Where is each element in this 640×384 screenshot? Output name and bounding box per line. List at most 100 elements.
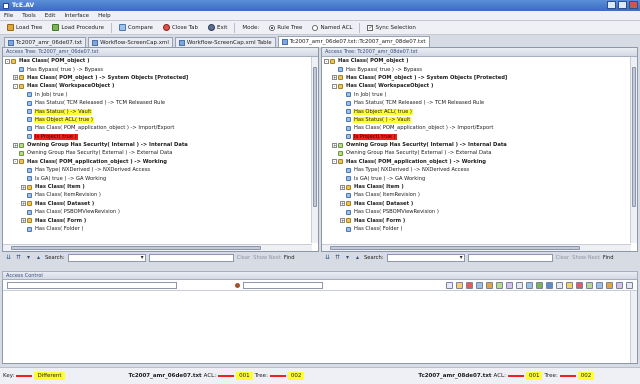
move-up-icon[interactable]: ▴ [35,254,42,261]
tree-row[interactable]: - Has Class( POM_object ) [322,57,631,65]
collapse-toggle-icon[interactable]: - [324,58,329,64]
left-vertical-scrollbar[interactable] [311,57,318,243]
tree-row[interactable]: + Has Class( Dataset ) [3,200,312,208]
accessor-field[interactable] [7,282,177,289]
move-up-icon[interactable]: ▴ [354,254,361,261]
expand-toggle-icon[interactable]: + [13,142,18,148]
left-show-next-button[interactable]: Show Next [253,255,281,261]
expand-toggle-icon[interactable]: + [340,184,345,190]
right-search-input[interactable] [467,253,553,262]
tree-row[interactable]: Is Project( true ) [322,133,631,141]
publish-icon[interactable] [586,282,593,289]
left-horizontal-scrollbar[interactable] [3,244,312,251]
ip-icon[interactable] [616,282,623,289]
scroll-thumb[interactable] [11,246,261,250]
right-vertical-scrollbar[interactable] [630,57,637,243]
link-icon[interactable] [486,282,493,289]
folder-icon[interactable] [606,282,613,289]
tree-row[interactable]: In Job( true ) [3,91,312,99]
expand-toggle-icon[interactable]: + [340,201,345,207]
collapse-toggle-icon[interactable]: - [332,159,337,165]
tree-row[interactable]: In Job( true ) [322,91,631,99]
tree-row[interactable]: + Owning Group Has Security( Internal ) -… [322,141,631,149]
tree-row[interactable]: + Has Class( POM_object ) -> System Objec… [322,74,631,82]
tab-compare[interactable]: Tc2007_amr_06de07.txt::Tc2007_amr_08de07… [277,36,430,47]
access-control-scrollbar[interactable] [630,291,637,363]
expand-all-icon[interactable]: ⇈ [15,254,22,261]
collapse-toggle-icon[interactable]: - [13,159,18,165]
right-clear-button[interactable]: Clear [556,255,570,261]
demote-icon[interactable] [516,282,523,289]
tree-row[interactable]: Has Class( ItemRevision ) [322,191,631,199]
tree-row[interactable]: Has Class( ItemRevision ) [3,191,312,199]
sync-selection-checkbox[interactable]: ✓ Sync Selection [364,22,418,33]
arrow-icon[interactable] [476,282,483,289]
tree-row[interactable]: - Has Class( WorkspaceObject ) [322,82,631,90]
load-procedure-button[interactable]: Load Procedure [49,22,107,33]
tree-row[interactable]: + Has Class( Item ) [322,183,631,191]
unmanage-icon[interactable] [626,282,633,289]
left-search-input[interactable] [148,253,234,262]
remove-icon[interactable] [576,282,583,289]
expand-toggle-icon[interactable]: + [332,142,337,148]
right-find-button[interactable]: Find [603,255,614,261]
expand-toggle-icon[interactable]: + [332,75,337,81]
exit-button[interactable]: Exit [205,22,230,33]
left-search-combo[interactable] [67,253,146,262]
tree-row[interactable]: Has Class( PSBOMViewRevision ) [3,208,312,216]
tab-workflow-table[interactable]: Workflow-ScreenCap.xml Table [174,37,276,47]
minimize-button[interactable] [607,1,616,9]
mode-rule-tree-radio[interactable]: Rule Tree [266,22,305,33]
tree-row[interactable]: Has Bypass( true ) -> Bypass [3,65,312,73]
tree-row[interactable]: - Has Class( POM_object ) [3,57,312,65]
scroll-thumb[interactable] [632,67,636,207]
tree-row[interactable]: Is Project( true ) [3,133,312,141]
expand-toggle-icon[interactable]: + [21,218,26,224]
collapse-all-icon[interactable]: ⇊ [5,254,12,261]
tree-row[interactable]: Has Status( ) -> Vault [3,107,312,115]
left-access-tree[interactable]: - Has Class( POM_object ) Has Bypass( true… [3,57,312,243]
left-clear-button[interactable]: Clear [237,255,251,261]
tree-row[interactable]: Has Status( TCM Released ) -> TCM Releas… [322,99,631,107]
tree-row[interactable]: - Has Class( POM_application_object ) -> … [322,158,631,166]
tree-row[interactable]: Is GA( true ) -> GA Working [322,174,631,182]
tab-workflow-xml[interactable]: Workflow-ScreenCap.xml [88,37,173,47]
close-tab-button[interactable]: Close Tab [160,22,201,33]
tree-row[interactable]: Is GA( true ) -> GA Working [3,174,312,182]
globe-icon[interactable] [546,282,553,289]
tree-row[interactable]: + Has Class( Form ) [3,216,312,224]
tree-row[interactable]: Has Class( Folder ) [322,225,631,233]
delete-icon[interactable] [466,282,473,289]
menu-edit[interactable]: Edit [45,13,56,19]
tree-row[interactable]: Owning Group Has Security( External ) ->… [322,149,631,157]
key-icon[interactable] [446,282,453,289]
load-tree-button[interactable]: Load Tree [4,22,45,33]
expand-toggle-icon[interactable]: + [13,75,18,81]
menu-tools[interactable]: Tools [22,13,36,19]
menu-file[interactable]: File [4,13,13,19]
accessor-id-field[interactable] [243,282,323,289]
move-down-icon[interactable]: ▾ [344,254,351,261]
tree-row[interactable]: Has Class( POM_application_object ) -> I… [322,124,631,132]
expand-toggle-icon[interactable]: + [21,201,26,207]
tab-tree-06de07[interactable]: Tc2007_amr_06de07.txt [4,37,87,47]
scroll-thumb[interactable] [313,67,317,207]
right-search-combo[interactable] [386,253,465,262]
assign-icon[interactable] [566,282,573,289]
tree-row[interactable]: Has Object ACL( true ) [322,107,631,115]
tree-row[interactable]: + Owning Group Has Security( Internal ) -… [3,141,312,149]
move-down-icon[interactable]: ▾ [25,254,32,261]
close-window-button[interactable] [629,1,638,9]
pencil-icon[interactable] [456,282,463,289]
left-find-button[interactable]: Find [284,255,295,261]
menu-help[interactable]: Help [98,13,111,19]
collapse-all-icon[interactable]: ⇊ [324,254,331,261]
tree-row[interactable]: Owning Group Has Security( External ) ->… [3,149,312,157]
expand-toggle-icon[interactable]: + [340,218,345,224]
tree-row[interactable]: Has Bypass( true ) -> Bypass [322,65,631,73]
tree-row[interactable]: Has Class( POM_application_object ) -> I… [3,124,312,132]
tree-row[interactable]: + Has Class( Item ) [3,183,312,191]
collapse-toggle-icon[interactable]: - [332,83,337,89]
maximize-button[interactable] [618,1,627,9]
menu-interface[interactable]: Interface [64,13,89,19]
